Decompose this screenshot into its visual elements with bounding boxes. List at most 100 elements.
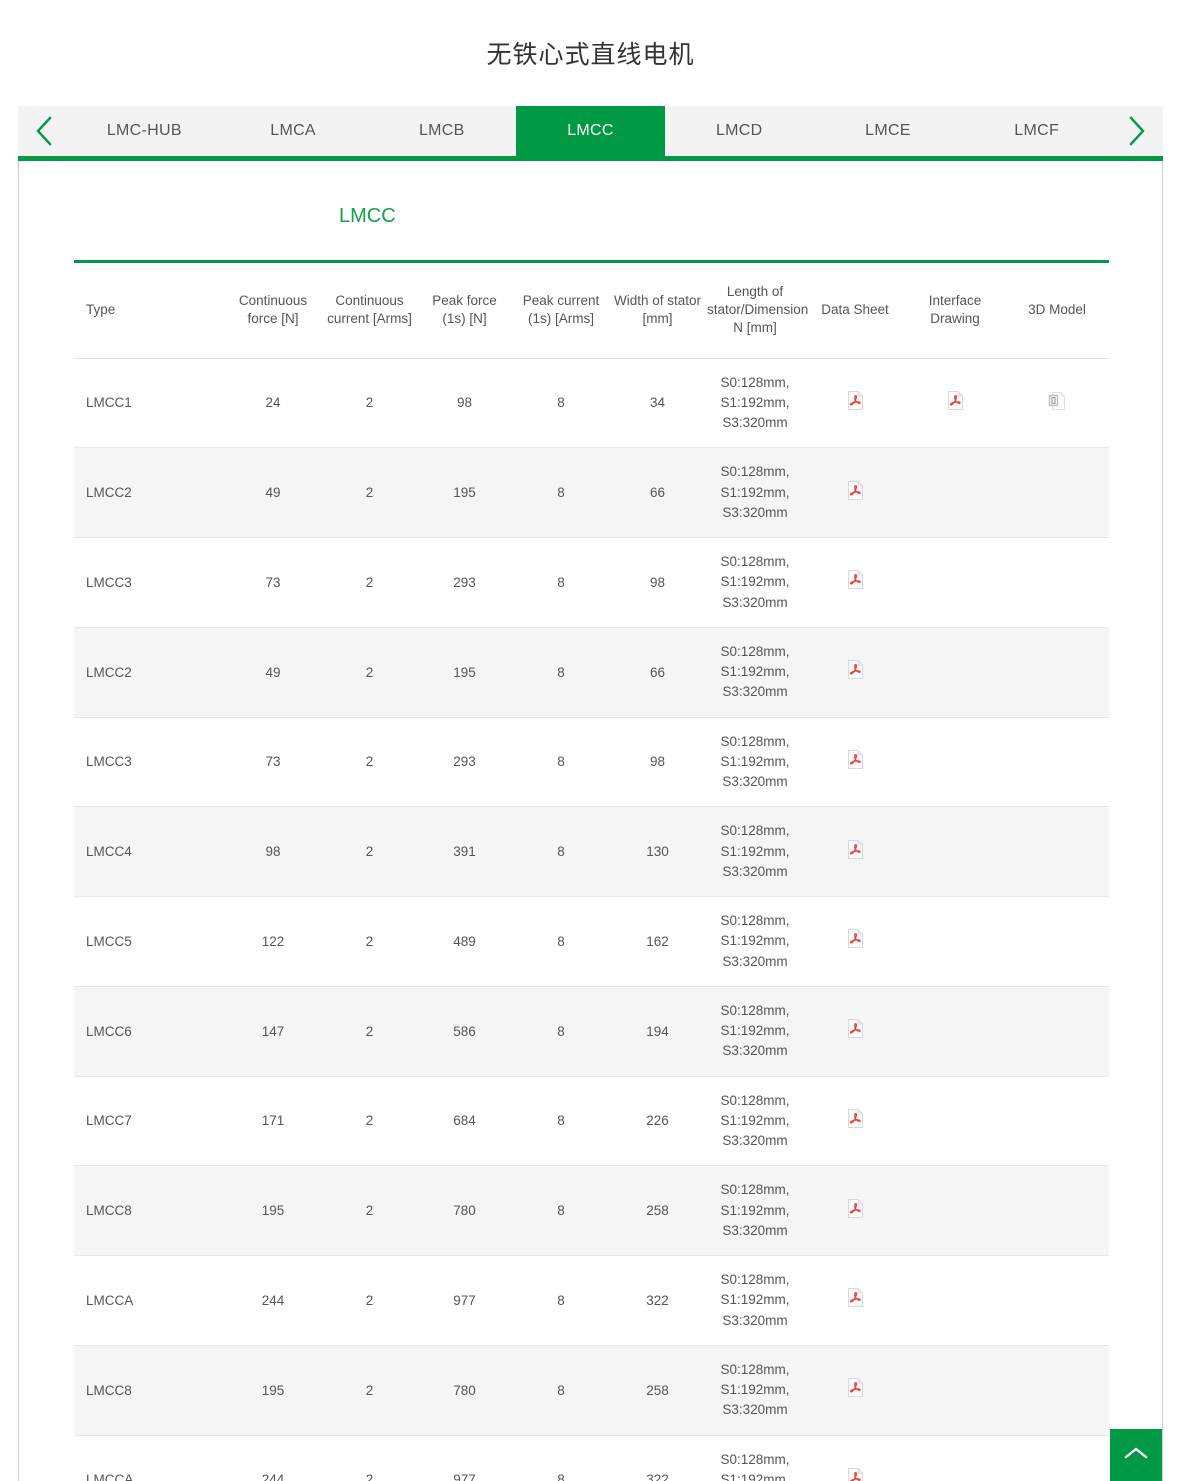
- 3d-model-icon[interactable]: [1048, 391, 1066, 416]
- cell-3d-model[interactable]: [1005, 986, 1109, 1076]
- pdf-icon[interactable]: [847, 1019, 864, 1044]
- cell-continuous-current: 2: [322, 1166, 417, 1256]
- cell-3d-model[interactable]: [1005, 897, 1109, 987]
- cell-data-sheet[interactable]: [805, 1435, 905, 1481]
- pdf-icon[interactable]: [847, 1378, 864, 1403]
- cell-dimension: S0:128mm, S1:192mm, S3:320mm: [705, 897, 805, 987]
- cell-interface-drawing[interactable]: [905, 1256, 1005, 1346]
- table-header-row: Type Continuous force [N] Continuous cur…: [74, 262, 1109, 359]
- cell-3d-model[interactable]: [1005, 538, 1109, 628]
- cell-type: LMCC4: [74, 807, 224, 897]
- cell-peak-force: 684: [417, 1076, 512, 1166]
- cell-width-of-stator: 258: [610, 1345, 705, 1435]
- cell-data-sheet[interactable]: [805, 358, 905, 448]
- cell-3d-model[interactable]: [1005, 358, 1109, 448]
- cell-dimension: S0:128mm, S1:192mm, S3:320mm: [705, 1166, 805, 1256]
- cell-interface-drawing[interactable]: [905, 717, 1005, 807]
- cell-dimension: S0:128mm, S1:192mm, S3:320mm: [705, 717, 805, 807]
- cell-interface-drawing[interactable]: [905, 538, 1005, 628]
- tab-bar: LMC-HUB LMCA LMCB LMCC LMCD LMCE LMCF: [18, 106, 1163, 156]
- cell-3d-model[interactable]: [1005, 1166, 1109, 1256]
- cell-3d-model[interactable]: [1005, 717, 1109, 807]
- spec-table: Type Continuous force [N] Continuous cur…: [74, 260, 1109, 1481]
- cell-continuous-force: 49: [224, 627, 322, 717]
- tab-lmcf[interactable]: LMCF: [962, 106, 1111, 156]
- cell-width-of-stator: 162: [610, 897, 705, 987]
- cell-type: LMCC5: [74, 897, 224, 987]
- column-header-length-of-stator: Length of stator/Dimension N [mm]: [705, 262, 805, 359]
- tab-lmce[interactable]: LMCE: [814, 106, 963, 156]
- cell-interface-drawing[interactable]: [905, 1345, 1005, 1435]
- cell-data-sheet[interactable]: [805, 1345, 905, 1435]
- pdf-icon[interactable]: [847, 1199, 864, 1224]
- cell-peak-force: 977: [417, 1435, 512, 1481]
- cell-interface-drawing[interactable]: [905, 1435, 1005, 1481]
- pdf-icon[interactable]: [847, 1109, 864, 1134]
- table-row: LMCC614725868194S0:128mm, S1:192mm, S3:3…: [74, 986, 1109, 1076]
- cell-3d-model[interactable]: [1005, 807, 1109, 897]
- tab-lmc-hub[interactable]: LMC-HUB: [70, 106, 219, 156]
- cell-interface-drawing[interactable]: [905, 627, 1005, 717]
- cell-interface-drawing[interactable]: [905, 1076, 1005, 1166]
- cell-3d-model[interactable]: [1005, 448, 1109, 538]
- cell-interface-drawing[interactable]: [905, 807, 1005, 897]
- cell-3d-model[interactable]: [1005, 1345, 1109, 1435]
- cell-data-sheet[interactable]: [805, 897, 905, 987]
- tab-lmcc[interactable]: LMCC: [516, 106, 665, 156]
- cell-type: LMCCA: [74, 1435, 224, 1481]
- cell-3d-model[interactable]: [1005, 1435, 1109, 1481]
- pdf-icon[interactable]: [847, 481, 864, 506]
- cell-peak-current: 8: [512, 358, 610, 448]
- cell-interface-drawing[interactable]: [905, 448, 1005, 538]
- cell-width-of-stator: 194: [610, 986, 705, 1076]
- cell-interface-drawing[interactable]: [905, 986, 1005, 1076]
- column-header-continuous-current: Continuous current [Arms]: [322, 262, 417, 359]
- cell-data-sheet[interactable]: [805, 717, 905, 807]
- column-header-interface-drawing: Interface Drawing: [905, 262, 1005, 359]
- table-row: LMCCA24429778322S0:128mm, S1:192mm, S3:3…: [74, 1435, 1109, 1481]
- cell-type: LMCC7: [74, 1076, 224, 1166]
- cell-data-sheet[interactable]: [805, 627, 905, 717]
- table-row: LMCC3732293898S0:128mm, S1:192mm, S3:320…: [74, 717, 1109, 807]
- pdf-icon[interactable]: [847, 929, 864, 954]
- cell-interface-drawing[interactable]: [905, 358, 1005, 448]
- cell-data-sheet[interactable]: [805, 807, 905, 897]
- spec-table-body: LMCC124298834S0:128mm, S1:192mm, S3:320m…: [74, 358, 1109, 1481]
- scroll-to-top-button[interactable]: [1110, 1429, 1162, 1481]
- pdf-icon[interactable]: [847, 1468, 864, 1481]
- cell-continuous-current: 2: [322, 627, 417, 717]
- pdf-icon[interactable]: [847, 840, 864, 865]
- cell-width-of-stator: 34: [610, 358, 705, 448]
- cell-data-sheet[interactable]: [805, 448, 905, 538]
- cell-peak-force: 780: [417, 1166, 512, 1256]
- cell-interface-drawing[interactable]: [905, 1166, 1005, 1256]
- cell-interface-drawing[interactable]: [905, 897, 1005, 987]
- pdf-icon[interactable]: [847, 1288, 864, 1313]
- tab-lmca[interactable]: LMCA: [219, 106, 368, 156]
- tab-prev-arrow[interactable]: [18, 106, 70, 156]
- pdf-icon[interactable]: [947, 391, 964, 416]
- pdf-icon[interactable]: [847, 391, 864, 416]
- section-title: LMCC: [19, 161, 1162, 226]
- pdf-icon[interactable]: [847, 570, 864, 595]
- chevron-left-icon: [33, 115, 55, 147]
- cell-data-sheet[interactable]: [805, 1076, 905, 1166]
- cell-peak-force: 391: [417, 807, 512, 897]
- cell-data-sheet[interactable]: [805, 538, 905, 628]
- tab-next-arrow[interactable]: [1111, 106, 1163, 156]
- cell-3d-model[interactable]: [1005, 1076, 1109, 1166]
- cell-continuous-current: 2: [322, 807, 417, 897]
- cell-3d-model[interactable]: [1005, 627, 1109, 717]
- pdf-icon[interactable]: [847, 750, 864, 775]
- cell-3d-model[interactable]: [1005, 1256, 1109, 1346]
- tab-lmcd[interactable]: LMCD: [665, 106, 814, 156]
- cell-continuous-force: 147: [224, 986, 322, 1076]
- cell-data-sheet[interactable]: [805, 1166, 905, 1256]
- pdf-icon[interactable]: [847, 660, 864, 685]
- cell-dimension: S0:128mm, S1:192mm, S3:320mm: [705, 358, 805, 448]
- cell-continuous-current: 2: [322, 1256, 417, 1346]
- cell-width-of-stator: 322: [610, 1435, 705, 1481]
- cell-data-sheet[interactable]: [805, 1256, 905, 1346]
- tab-lmcb[interactable]: LMCB: [367, 106, 516, 156]
- cell-data-sheet[interactable]: [805, 986, 905, 1076]
